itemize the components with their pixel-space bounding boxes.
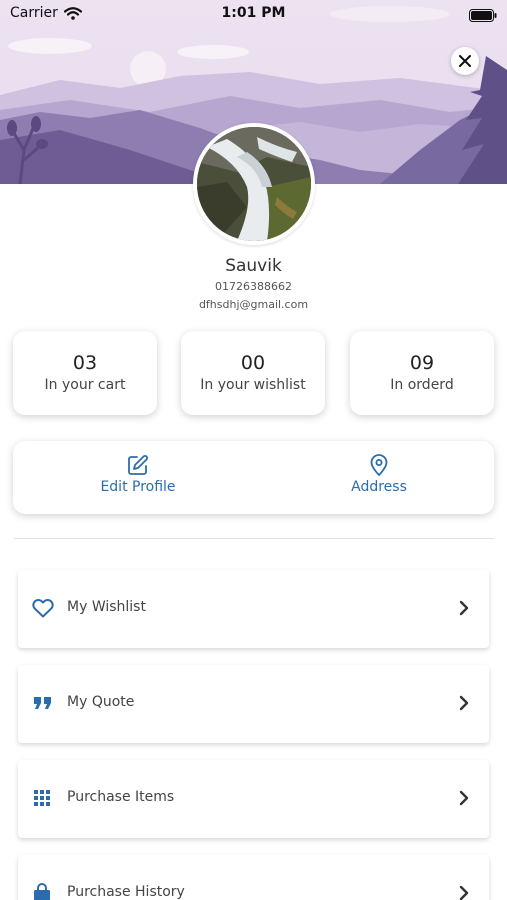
- chevron-right-icon: [459, 695, 469, 711]
- stat-count: 09: [409, 352, 435, 374]
- stat-count: 03: [72, 352, 98, 374]
- stat-label: In your cart: [44, 377, 126, 393]
- waterfall-photo: [197, 127, 311, 241]
- profile-actions: Edit Profile Address: [13, 441, 494, 514]
- profile-phone: 01726388662: [215, 280, 292, 293]
- menu-item-quote[interactable]: My Quote: [18, 665, 489, 743]
- shopping-bag-icon: [34, 883, 50, 900]
- menu-item-label: Purchase Items: [67, 789, 175, 805]
- stat-card-cart[interactable]: 03 In your cart: [13, 331, 157, 415]
- stat-card-orders[interactable]: 09 In orderd: [350, 331, 494, 415]
- status-time: 1:01 PM: [221, 5, 286, 21]
- stat-label: In orderd: [390, 377, 454, 393]
- stat-count: 00: [240, 352, 266, 374]
- menu-item-purchase-items[interactable]: Purchase Items: [18, 760, 489, 838]
- menu-item-label: My Wishlist: [67, 599, 146, 615]
- edit-icon: [128, 455, 148, 475]
- address-label: Address: [351, 479, 407, 495]
- menu-item-purchase-history[interactable]: Purchase History: [18, 855, 489, 900]
- chevron-right-icon: [459, 790, 469, 806]
- stat-card-wishlist[interactable]: 00 In your wishlist: [181, 331, 325, 415]
- status-bar: Carrier 1:01 PM: [0, 0, 507, 30]
- grid-icon: [34, 790, 50, 806]
- quote-icon: [34, 697, 51, 709]
- profile-email: dfhsdhj@gmail.com: [198, 298, 309, 311]
- chevron-right-icon: [459, 885, 469, 900]
- profile-name: Sauvik: [225, 256, 282, 276]
- edit-profile-button[interactable]: Edit Profile: [73, 441, 203, 514]
- edit-profile-label: Edit Profile: [100, 479, 176, 495]
- address-button[interactable]: Address: [319, 441, 439, 514]
- menu-item-label: My Quote: [67, 694, 135, 710]
- heart-icon: [32, 599, 54, 618]
- stat-label: In your wishlist: [200, 377, 306, 393]
- battery-icon: [469, 7, 497, 26]
- menu-item-label: Purchase History: [67, 884, 185, 900]
- menu-item-wishlist[interactable]: My Wishlist: [18, 570, 489, 648]
- location-pin-icon: [370, 454, 388, 476]
- close-icon: [459, 55, 471, 67]
- chevron-right-icon: [459, 600, 469, 616]
- avatar[interactable]: [193, 123, 315, 245]
- section-divider: [14, 538, 494, 539]
- close-button[interactable]: [451, 47, 479, 75]
